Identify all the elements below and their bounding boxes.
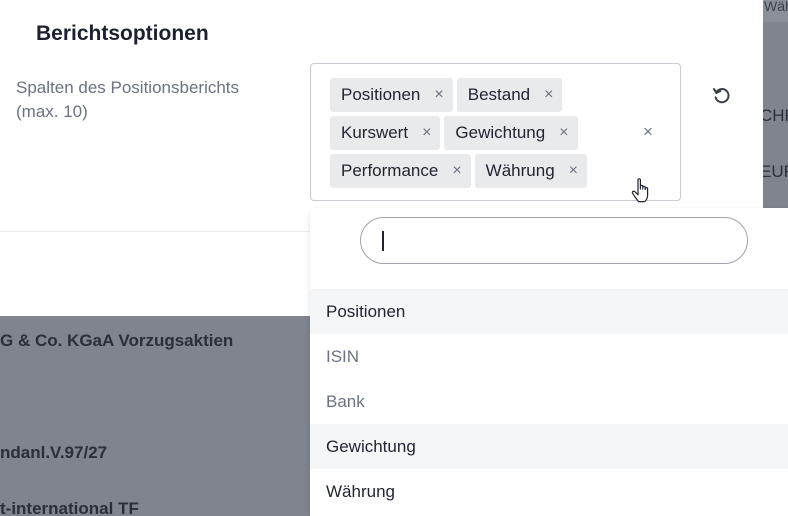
background-row-2: ndanl.V.97/27 <box>0 443 108 462</box>
dialog-title: Berichtsoptionen <box>36 22 209 45</box>
selected-chips: Positionen × Bestand × Kurswert × Gewichtung × P… <box>330 78 620 188</box>
selected-column-chip: Kurswert × <box>330 116 441 150</box>
text-caret <box>382 231 384 251</box>
background-currency-1: CHF <box>760 106 788 125</box>
hand-cursor-icon <box>631 178 649 203</box>
background-column-header: Wäh <box>764 0 788 14</box>
background-row-1: G & Co. KGaA Vorzugsaktien <box>0 331 234 350</box>
dropdown-option[interactable]: Positionen <box>310 289 788 334</box>
selected-column-chip: Währung × <box>474 154 587 188</box>
chip-remove-icon[interactable]: × <box>559 124 568 142</box>
dropdown-option[interactable]: ISIN <box>310 334 788 379</box>
chip-label: Positionen <box>341 85 421 104</box>
chip-label: Gewichtung <box>455 123 546 142</box>
columns-field-label: Spalten des Positionsberichts (max. 10) <box>16 76 286 124</box>
chip-remove-icon[interactable]: × <box>569 162 578 180</box>
columns-dropdown-panel: Positionen ISIN Bank Gewichtung Währung <box>310 208 788 516</box>
chip-remove-icon[interactable]: × <box>452 162 461 180</box>
columns-field-label-line2: (max. 10) <box>16 102 88 121</box>
chip-remove-icon[interactable]: × <box>434 86 443 104</box>
reset-icon[interactable] <box>711 84 733 106</box>
dropdown-search-input[interactable] <box>360 217 748 264</box>
chip-label: Kurswert <box>341 123 409 142</box>
columns-field-label-line1: Spalten des Positionsberichts <box>16 78 240 97</box>
background-row-3: t-international TF <box>0 499 139 516</box>
background-currency-2: EUR <box>760 162 788 181</box>
chip-label: Performance <box>341 161 439 180</box>
dropdown-option[interactable]: Bank <box>310 379 788 424</box>
clear-all-icon[interactable]: × <box>643 122 653 142</box>
selected-column-chip: Gewichtung × <box>444 116 578 150</box>
dropdown-option[interactable]: Gewichtung <box>310 424 788 469</box>
chip-remove-icon[interactable]: × <box>544 86 553 104</box>
chip-label: Bestand <box>467 85 531 104</box>
chip-label: Währung <box>485 161 555 180</box>
dropdown-option[interactable]: Währung <box>310 469 788 514</box>
selected-column-chip: Performance × <box>330 154 471 188</box>
selected-column-chip: Positionen × <box>330 78 453 112</box>
selected-column-chip: Bestand × <box>456 78 563 112</box>
chip-remove-icon[interactable]: × <box>422 124 431 142</box>
columns-multiselect[interactable]: Positionen × Bestand × Kurswert × Gewichtung × P… <box>310 63 681 203</box>
